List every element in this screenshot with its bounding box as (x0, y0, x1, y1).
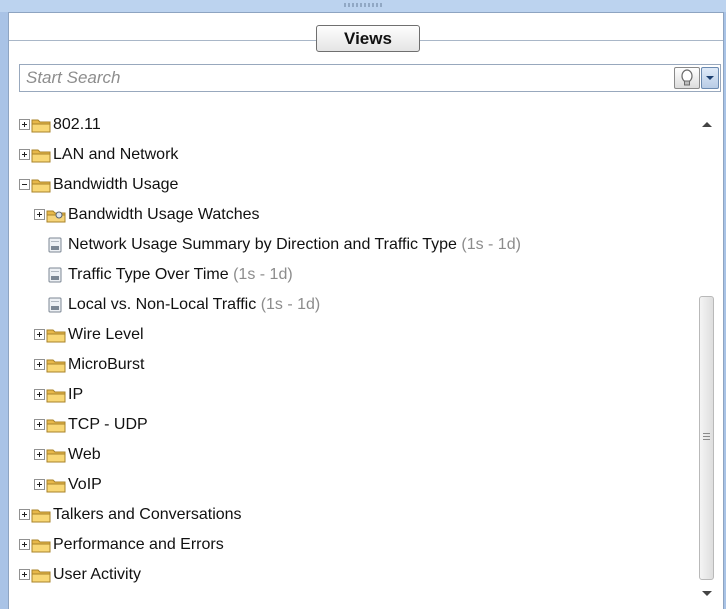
scroll-thumb[interactable] (699, 296, 714, 580)
report-icon (46, 230, 66, 260)
views-tab[interactable]: Views (316, 25, 420, 52)
scroll-grip-icon (703, 433, 710, 442)
panel-title-bar (0, 0, 726, 12)
tree-item-label: VoIP (68, 476, 102, 493)
views-tree: 802.11 LAN and Network Bandwidth Usage Band… (19, 110, 697, 609)
folder-icon (31, 530, 51, 560)
tree-item-label: Bandwidth Usage (53, 176, 179, 193)
tree-item-label: MicroBurst (68, 356, 145, 373)
time-range-label: (1s - 1d) (260, 296, 321, 313)
time-range-label: (1s - 1d) (233, 266, 293, 283)
tree-item-label: Traffic Type Over Time (68, 266, 229, 283)
folder-icon (46, 380, 66, 410)
folder-icon (46, 350, 66, 380)
expand-icon[interactable] (19, 149, 30, 160)
tree-item-label: Web (68, 446, 101, 463)
folder-icon (31, 560, 51, 590)
tree-item-label: IP (68, 386, 84, 403)
folder-icon (31, 170, 51, 200)
drag-grip-icon[interactable] (344, 3, 384, 7)
expand-icon[interactable] (34, 209, 45, 220)
search-options-dropdown[interactable] (701, 67, 719, 89)
collapse-icon[interactable] (19, 179, 30, 190)
report-icon (46, 260, 66, 290)
tree-item-label: User Activity (53, 566, 142, 583)
time-range-label: (1s - 1d) (461, 236, 521, 253)
tree-item-label: Wire Level (68, 326, 144, 343)
expand-icon[interactable] (34, 479, 45, 490)
folder-icon (46, 440, 66, 470)
expand-icon[interactable] (19, 539, 30, 550)
watch-folder-icon (46, 200, 66, 230)
tree-item-label: Bandwidth Usage Watches (68, 206, 260, 223)
search-bulb-icon (681, 69, 693, 86)
folder-icon (31, 500, 51, 530)
tree-item-label: Network Usage Summary by Direction and T… (68, 236, 457, 253)
dropdown-arrow-icon (706, 76, 714, 80)
expand-icon[interactable] (19, 119, 30, 130)
tree-item-label: TCP - UDP (68, 416, 148, 433)
search-box (19, 64, 721, 92)
tree-item-label: Local vs. Non-Local Traffic (68, 296, 257, 313)
expand-icon[interactable] (19, 569, 30, 580)
folder-icon (46, 320, 66, 350)
folder-icon (31, 110, 51, 140)
expand-icon[interactable] (34, 449, 45, 460)
scroll-down-arrow-icon[interactable] (702, 591, 712, 596)
report-icon (46, 290, 66, 320)
scroll-up-arrow-icon[interactable] (702, 122, 712, 127)
tree-item-label: Performance and Errors (53, 536, 224, 553)
folder-icon (31, 140, 51, 170)
vertical-scrollbar[interactable] (698, 110, 716, 609)
search-input[interactable] (20, 65, 666, 91)
folder-icon (46, 410, 66, 440)
folder-icon (46, 470, 66, 500)
tree-item-label: Talkers and Conversations (53, 506, 242, 523)
expand-icon[interactable] (34, 419, 45, 430)
tree-item-label: 802.11 (53, 116, 101, 133)
search-button[interactable] (674, 67, 700, 89)
expand-icon[interactable] (34, 329, 45, 340)
expand-icon[interactable] (19, 509, 30, 520)
expand-icon[interactable] (34, 359, 45, 370)
expand-icon[interactable] (34, 389, 45, 400)
tree-item-label: LAN and Network (53, 146, 179, 163)
